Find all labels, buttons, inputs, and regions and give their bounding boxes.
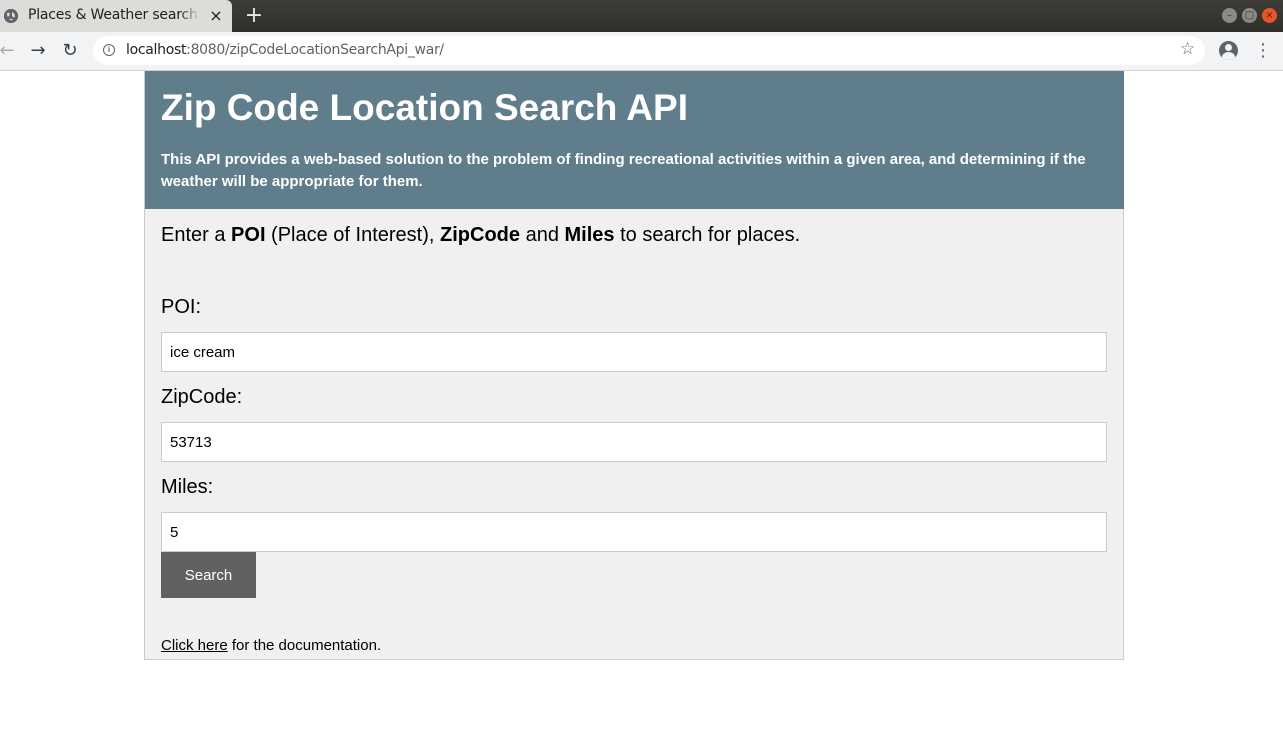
page-title: Zip Code Location Search API [161,87,688,128]
search-button[interactable]: Search [161,552,256,598]
poi-label: POI: [161,296,202,318]
info-icon[interactable]: i [103,44,115,56]
browser-tab[interactable]: Places & Weather search by zip code × [0,0,232,32]
url-host: localhost [126,42,187,58]
back-icon[interactable]: ← [0,38,20,64]
header-banner: Zip Code Location Search API This API pr… [145,71,1124,209]
minimize-icon: – [1227,10,1232,21]
instructions: Enter a POI (Place of Interest), ZipCode… [161,224,801,246]
browser-toolbar: ← → ↻ i localhost:8080/zipCodeLocationSe… [0,32,1283,71]
star-icon[interactable]: ☆ [1180,39,1195,59]
page-description: This API provides a web-based solution t… [161,151,1086,190]
minimize-window-button[interactable]: – [1222,8,1237,23]
address-bar[interactable]: i localhost:8080/zipCodeLocationSearchAp… [93,36,1205,65]
account-icon[interactable] [1219,41,1238,60]
reload-icon[interactable]: ↻ [57,38,83,64]
zipcode-input[interactable] [161,422,1107,462]
forward-icon[interactable]: → [25,38,51,64]
plus-icon[interactable]: + [243,5,265,27]
miles-input[interactable] [161,512,1107,552]
close-window-icon: × [1265,10,1274,21]
url-path: :8080/zipCodeLocationSearchApi_war/ [186,42,444,58]
miles-label: Miles: [161,476,214,498]
poi-input[interactable] [161,332,1107,372]
close-icon[interactable]: × [206,6,226,26]
maximize-window-button[interactable]: □ [1242,8,1257,23]
url-text[interactable]: localhost:8080/zipCodeLocationSearchApi_… [126,42,444,58]
documentation-link[interactable]: Click here [161,637,228,654]
documentation-text: for the documentation. [227,637,382,654]
zipcode-label: ZipCode: [161,386,243,408]
maximize-icon: □ [1244,10,1255,21]
menu-icon[interactable]: ⋮ [1254,39,1272,63]
globe-icon [4,9,18,23]
page-container: Zip Code Location Search API This API pr… [144,71,1124,660]
tab-title: Places & Weather search by zip code [28,7,200,23]
documentation-line: Click here for the documentation. [161,637,381,655]
close-window-button[interactable]: × [1262,8,1277,23]
browser-tab-bar: Places & Weather search by zip code × + … [0,0,1283,32]
